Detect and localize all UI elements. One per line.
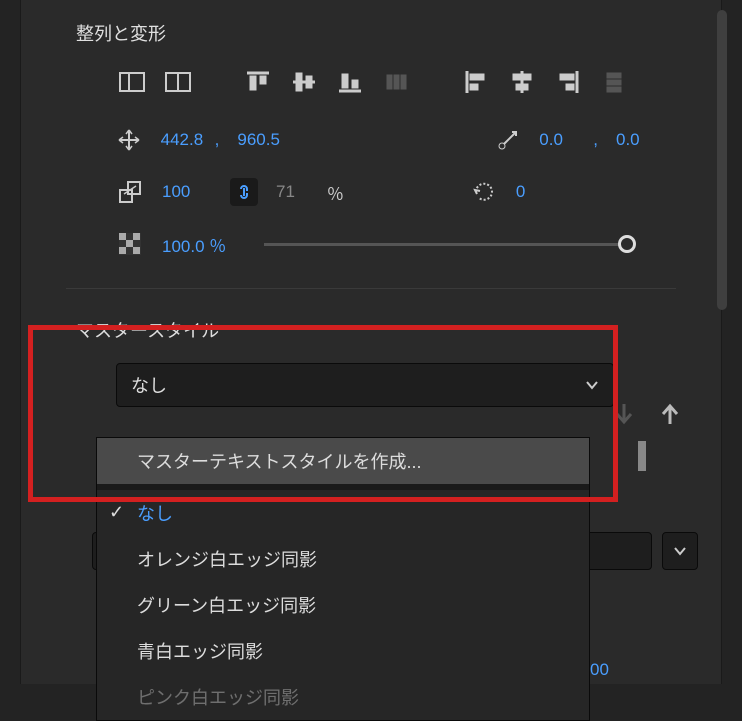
anchor-y-value[interactable]: 0.0 (616, 130, 666, 150)
align-right-icon[interactable] (552, 66, 584, 98)
scale-icon (116, 178, 144, 206)
master-style-menu: マスターテキストスタイルを作成... ✓ なし オレンジ白エッジ同影 グリーン白… (96, 437, 590, 721)
opacity-row: 100.0 ％ (76, 230, 666, 258)
align-center-icon[interactable] (162, 66, 194, 98)
comma: , (215, 130, 220, 150)
rotation-icon (470, 178, 498, 206)
distribute-h-icon (380, 66, 412, 98)
scale-h-value[interactable]: 71 (276, 182, 295, 202)
opacity-value[interactable]: 100.0 ％ (162, 232, 226, 257)
master-style-section: マスタースタイル なし (76, 309, 666, 407)
align-vcenter-icon[interactable] (288, 66, 320, 98)
push-down-button[interactable] (610, 400, 638, 428)
opacity-slider-thumb[interactable] (618, 235, 636, 253)
rotation-value[interactable]: 0 (516, 182, 566, 202)
pull-up-button[interactable] (656, 400, 684, 428)
position-x-value[interactable]: 442.8 (161, 130, 211, 150)
menu-item-orange[interactable]: オレンジ白エッジ同影 (97, 536, 589, 582)
distribute-v-icon (598, 66, 630, 98)
position-row: 442.8 , 960.5 0.0 , 0.0 (76, 126, 666, 154)
opacity-slider[interactable] (264, 243, 626, 246)
menu-item-pink[interactable]: ピンク白エッジ同影 (97, 674, 589, 720)
menu-item-bluewhite[interactable]: 青白エッジ同影 (97, 628, 589, 674)
menu-item-none-label: なし (137, 504, 173, 524)
chevron-down-icon (585, 380, 599, 390)
menu-item-create[interactable]: マスターテキストスタイルを作成... (97, 438, 589, 484)
opacity-icon (116, 230, 144, 258)
alignment-icon-row (76, 66, 666, 98)
scrollbar[interactable] (717, 10, 727, 310)
master-style-dropdown[interactable]: なし (116, 363, 614, 407)
divider (66, 288, 676, 289)
menu-item-none[interactable]: ✓ なし (97, 490, 589, 536)
section-title-align: 整列と変形 (76, 20, 666, 46)
comma: , (593, 130, 598, 150)
scale-row: 100 71 ％ 0 (76, 178, 666, 206)
align-hcenter-icon[interactable] (506, 66, 538, 98)
scale-w-value[interactable]: 100 (162, 182, 212, 202)
master-style-title: マスタースタイル (76, 317, 666, 343)
menu-item-green[interactable]: グリーン白エッジ同影 (97, 582, 589, 628)
dropdown-selected-value: なし (131, 372, 167, 398)
check-icon: ✓ (109, 502, 124, 523)
align-bottom-icon[interactable] (334, 66, 366, 98)
position-icon (116, 126, 143, 154)
anchor-x-value[interactable]: 0.0 (539, 130, 589, 150)
menu-scrollbar[interactable] (638, 441, 646, 471)
align-left-icon[interactable] (460, 66, 492, 98)
align-top-icon[interactable] (242, 66, 274, 98)
font-chevron-button[interactable] (662, 532, 698, 570)
percent-label: ％ (327, 180, 344, 205)
stray-value[interactable]: 00 (590, 660, 609, 680)
position-y-value[interactable]: 960.5 (237, 130, 287, 150)
link-scale-icon[interactable] (230, 178, 258, 206)
anchor-icon (495, 126, 522, 154)
align-left-edges-icon[interactable] (116, 66, 148, 98)
